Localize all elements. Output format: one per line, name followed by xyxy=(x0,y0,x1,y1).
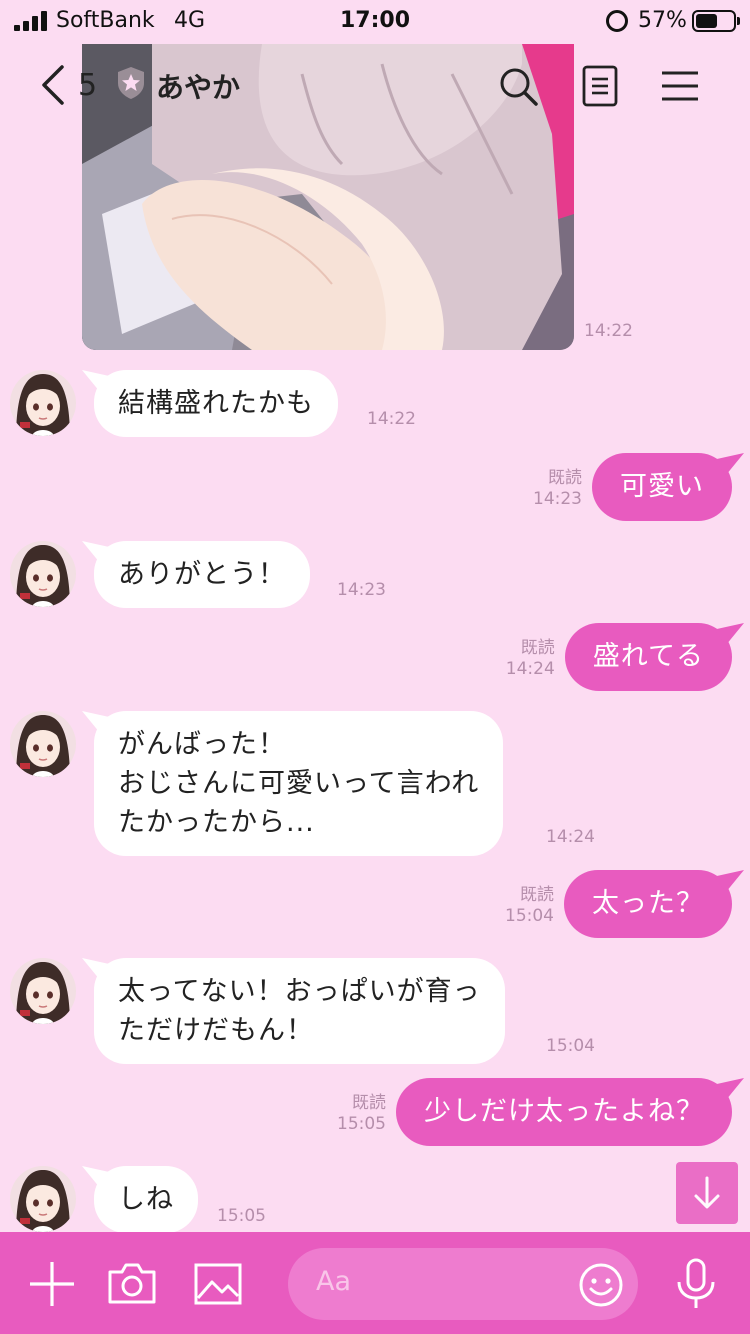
message-text-line: しね xyxy=(118,1184,174,1215)
message-read-status: 既読 14:23 xyxy=(533,468,582,510)
chat-header: 5 あやか xyxy=(0,44,750,128)
message-time: 14:24 xyxy=(505,659,555,679)
avatar-image xyxy=(10,541,76,607)
read-receipt: 既読 xyxy=(520,885,554,905)
read-receipt: 既読 xyxy=(520,638,555,658)
message-text-line: ただけだもん！ xyxy=(118,1015,314,1046)
chat-title: あやか xyxy=(156,71,241,104)
message-text-line: 結構盛れたかも xyxy=(118,388,314,419)
message-text-line: おじさんに可愛いって言われ xyxy=(118,768,480,799)
outgoing-message-bubble[interactable]: 可愛い xyxy=(592,453,732,521)
incoming-message-bubble[interactable]: 結構盛れたかも xyxy=(94,370,338,437)
message-time: 14:23 xyxy=(337,580,386,600)
message-time: 15:04 xyxy=(505,906,554,926)
menu-icon[interactable] xyxy=(658,64,702,108)
arrow-down-icon xyxy=(694,1176,720,1209)
search-icon[interactable] xyxy=(496,64,540,108)
back-button[interactable]: 5 xyxy=(38,62,102,108)
camera-icon[interactable] xyxy=(104,1256,160,1312)
notes-icon[interactable] xyxy=(578,64,622,108)
message-time: 15:05 xyxy=(337,1114,386,1134)
avatar-image xyxy=(10,958,76,1024)
contact-avatar[interactable] xyxy=(10,370,76,436)
message-text-line: ありがとう！ xyxy=(118,559,286,590)
message-time: 14:22 xyxy=(584,321,633,341)
status-bar: SoftBank 4G 17:00 57% xyxy=(0,0,750,44)
message-time: 15:05 xyxy=(217,1206,266,1226)
contact-avatar[interactable] xyxy=(10,711,76,777)
outgoing-message-bubble[interactable]: 太った？ xyxy=(564,870,732,938)
rotation-lock-icon xyxy=(606,10,628,32)
message-time: 14:22 xyxy=(367,409,416,429)
contact-avatar[interactable] xyxy=(10,541,76,607)
incoming-message-bubble[interactable]: ありがとう！ xyxy=(94,541,310,608)
message-text-line: たかったから... xyxy=(118,807,315,838)
avatar-image xyxy=(10,1166,76,1232)
message-text-line: 太った？ xyxy=(592,888,704,919)
message-time: 15:04 xyxy=(546,1036,595,1056)
unread-count: 5 xyxy=(78,68,98,103)
microphone-icon[interactable] xyxy=(668,1256,724,1312)
read-receipt: 既読 xyxy=(352,1093,386,1113)
read-receipt: 既読 xyxy=(548,468,582,488)
battery-percent: 57% xyxy=(638,8,687,33)
message-read-status: 既読 14:24 xyxy=(506,638,555,680)
message-read-status: 既読 15:04 xyxy=(505,885,554,927)
incoming-message-bubble[interactable]: がんばった！ おじさんに可愛いって言われ たかったから... xyxy=(94,711,504,856)
message-text-line: 可愛い xyxy=(620,471,704,502)
message-input-placeholder: Aa xyxy=(316,1266,352,1297)
incoming-message-bubble[interactable]: しね xyxy=(94,1166,198,1233)
input-bar: Aa xyxy=(0,1232,750,1334)
battery-icon xyxy=(692,10,740,32)
message-read-status: 既読 15:05 xyxy=(337,1093,386,1135)
image-icon[interactable] xyxy=(190,1256,246,1312)
emoji-icon[interactable] xyxy=(578,1262,624,1308)
message-text-line: 太ってない！おっぱいが育っ xyxy=(118,976,481,1007)
battery-level xyxy=(696,14,717,28)
official-badge-icon xyxy=(118,67,144,99)
outgoing-message-bubble[interactable]: 少しだけ太ったよね？ xyxy=(396,1078,732,1146)
contact-avatar[interactable] xyxy=(10,958,76,1024)
incoming-message-bubble[interactable]: 太ってない！おっぱいが育っ ただけだもん！ xyxy=(94,958,505,1064)
outgoing-message-bubble[interactable]: 盛れてる xyxy=(564,623,732,691)
avatar-image xyxy=(10,711,76,777)
message-input[interactable]: Aa xyxy=(288,1248,638,1320)
scroll-to-bottom-button[interactable] xyxy=(676,1162,738,1224)
message-time: 14:24 xyxy=(546,827,595,847)
message-text-line: 少しだけ太ったよね？ xyxy=(424,1096,704,1127)
contact-avatar[interactable] xyxy=(10,1166,76,1232)
message-time: 14:23 xyxy=(533,489,582,509)
message-text-line: がんばった！ xyxy=(118,729,286,760)
avatar-image xyxy=(10,370,76,436)
message-text-line: 盛れてる xyxy=(592,641,704,672)
plus-icon[interactable] xyxy=(24,1256,80,1312)
back-chevron-icon xyxy=(42,65,64,105)
